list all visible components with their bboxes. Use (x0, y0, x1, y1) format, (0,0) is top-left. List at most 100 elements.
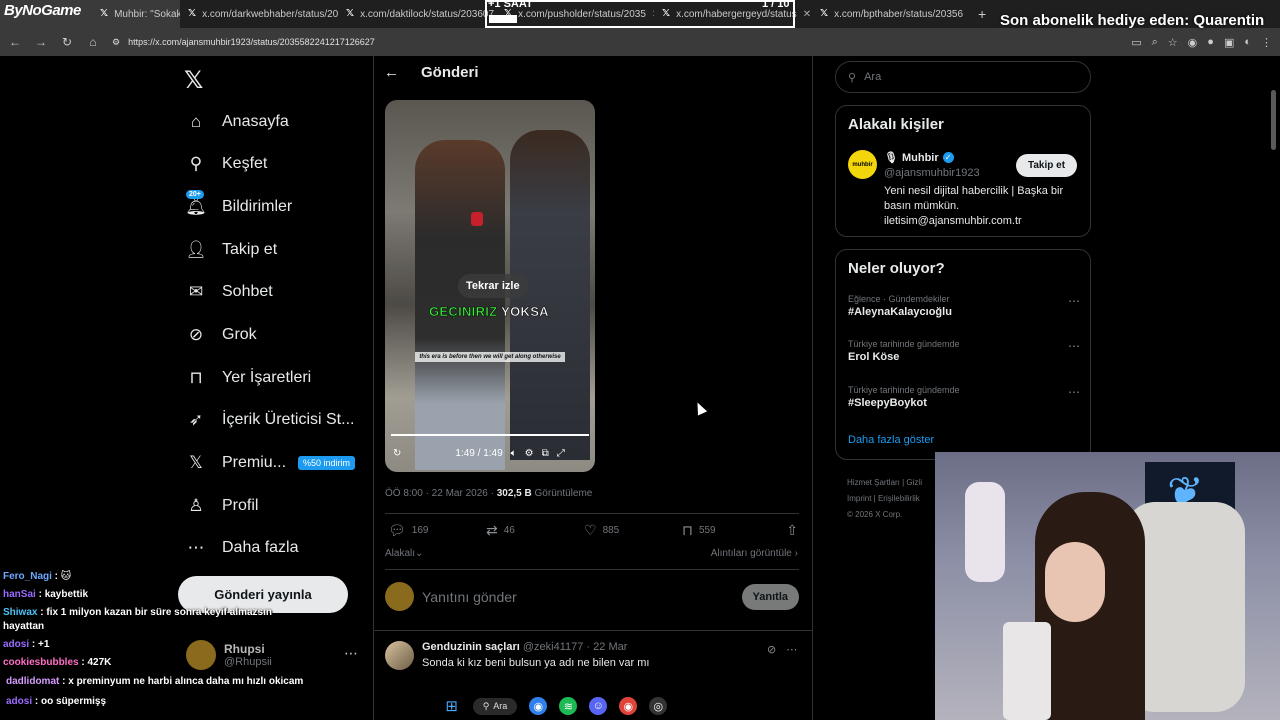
like-action[interactable]: ♡ 885 (584, 522, 682, 539)
avatar[interactable]: muhbir (848, 150, 877, 179)
grok-icon[interactable]: ⊘ (767, 643, 776, 656)
scrollbar[interactable] (1271, 90, 1276, 150)
sidebar-item-messages[interactable]: ✉ Sohbet (186, 274, 273, 310)
sidebar-item-creator-studio[interactable]: ➶ İçerik Üreticisi St... (186, 402, 355, 438)
webcam-feed: ❦ (935, 452, 1280, 720)
replay-icon[interactable]: ↻ (393, 448, 401, 459)
video-player[interactable]: Tekrar izle GEÇINIRIZ YOKSA this era is … (385, 100, 595, 472)
sidebar-item-profile[interactable]: ♙ Profil (186, 488, 258, 524)
reply-action[interactable]: 💬︎ 169 (388, 522, 486, 539)
trend-title: #AleynaKalaycıoğlu (848, 306, 952, 318)
sidebar-item-label: Sohbet (222, 283, 273, 300)
footer-line[interactable]: Imprint | Erişilebilirlik (847, 491, 922, 507)
screen: 𝕏 Muhbir: "Sokak rö ✕ 𝕏 x.com/darkwebhab… (0, 0, 1280, 720)
sidebar-item-more[interactable]: ⋯ Daha fazla (186, 530, 299, 566)
extension-icon[interactable]: ◉ (1188, 36, 1198, 49)
trend-item[interactable]: Türkiye tarihinde gündemde Erol Köse ⋯ (848, 339, 1080, 363)
cast-icon[interactable]: ▭ (1131, 36, 1141, 49)
sidebar-item-home[interactable]: ⌂ Anasayfa (186, 104, 289, 140)
reply-input[interactable]: Yanıtını gönder (422, 589, 517, 605)
taskbar: ⊞ ⚲ Ara ◉ ≋ ☺ ◉ ◎ (320, 692, 790, 720)
tab-2[interactable]: 𝕏 x.com/daktilock/status/203607 ✕ (338, 0, 496, 28)
extension-icon[interactable]: ● (1207, 36, 1214, 49)
tab-1[interactable]: 𝕏 x.com/darkwebhaber/status/20 ✕ (180, 0, 338, 28)
trend-item[interactable]: Türkiye tarihinde gündemde #SleepyBoykot… (848, 385, 1080, 409)
volume-icon[interactable]: 🔈︎ (511, 448, 517, 459)
card-title: Neler oluyor? (848, 260, 945, 277)
more-icon[interactable]: ⋯ (344, 645, 358, 662)
sort-dropdown[interactable]: Alakalı⌄ (385, 548, 423, 559)
spotify-icon[interactable]: ≋ (559, 697, 578, 715)
video-progress[interactable] (391, 434, 589, 436)
taskbar-search[interactable]: ⚲ Ara (472, 697, 518, 715)
list-item[interactable]: Genduzinin saçları @zeki41177 · 22 Mar S… (385, 641, 799, 670)
search-input[interactable]: ⚲ Ara (835, 61, 1091, 93)
new-tab-button[interactable]: + (970, 6, 994, 22)
search-icon: ⚲ (848, 71, 857, 84)
bell-icon: 🔔︎ 20+ (185, 190, 207, 216)
comment-author[interactable]: Genduzinin saçları (422, 641, 520, 653)
sidebar-item-notifications[interactable]: 🔔︎ 20+ Bildirimler (185, 189, 292, 225)
zoom-icon[interactable]: ⌕ (1152, 36, 1158, 49)
app-icon[interactable]: ◎ (649, 697, 668, 715)
share-icon[interactable]: ⇧ (786, 522, 798, 539)
windows-start-icon[interactable]: ⊞ (443, 697, 461, 715)
sidebar-item-grok[interactable]: ⊘ Grok (186, 317, 257, 353)
more-icon[interactable]: ⋯ (786, 643, 797, 656)
video-subtitle: this era is before then we will get alon… (415, 352, 565, 362)
chrome-icon[interactable]: ◉ (619, 697, 638, 715)
back-icon[interactable]: ← (8, 35, 22, 49)
x-icon: 𝕏 (346, 8, 355, 19)
fullscreen-icon[interactable]: ⤢ (557, 448, 565, 459)
more-icon[interactable]: ⋯ (1068, 339, 1080, 353)
x-icon: 𝕏 (820, 8, 829, 19)
menu-icon[interactable]: ⋮ (1261, 36, 1272, 49)
more-icon[interactable]: ⋯ (1068, 385, 1080, 399)
chat-text: 427K (87, 657, 112, 668)
footer-line[interactable]: Hizmet Şartları | Gizli (847, 475, 922, 491)
discord-icon[interactable]: ☺ (589, 697, 608, 715)
trend-item[interactable]: Eğlence · Gündemdekiler #AleynaKalaycıoğ… (848, 294, 1080, 318)
related-name[interactable]: 🎙︎ Muhbir ✓ (884, 151, 954, 164)
chat-text: x preminyum ne harbi alınca daha mı hızl… (68, 676, 304, 687)
reply-icon: 💬︎ (388, 522, 406, 538)
divider (812, 56, 813, 720)
follow-button[interactable]: Takip et (1016, 154, 1078, 177)
post-header: ← Gönderi (384, 64, 479, 81)
x-logo[interactable]: 𝕏 (184, 66, 203, 95)
repost-action[interactable]: ⇄ 46 (486, 522, 584, 539)
url-field[interactable]: ⚙ https://x.com/ajansmuhbir1923/status/2… (112, 37, 375, 48)
view-count: 302,5 B (496, 488, 532, 499)
sidebar-item-premium[interactable]: 𝕏 Premiu... %50 indirim (186, 445, 356, 481)
trend-context: Eğlence · Gündemdekiler (848, 294, 950, 304)
chrome-icon[interactable]: ◉ (529, 697, 548, 715)
quotes-link[interactable]: Alıntıları görüntüle › (711, 548, 798, 559)
bookmark-action[interactable]: ⊓ 559 (682, 522, 780, 539)
sidebar-item-bookmarks[interactable]: ⊓ Yer İşaretleri (186, 360, 311, 396)
post-timestamp[interactable]: ÖÖ 8:00 · 22 Mar 2026 · (385, 488, 497, 499)
star-icon[interactable]: ☆ (1168, 36, 1178, 49)
settings-icon[interactable]: ⚙ (525, 448, 534, 459)
avatar-icon[interactable]: ◐ (1244, 36, 1251, 49)
home-icon[interactable]: ⌂ (86, 35, 100, 49)
video-controls: ↻ 1:49 / 1:49 🔈︎ ⚙ ⧉ ⤢ (393, 448, 589, 459)
reload-icon[interactable]: ↻ (60, 35, 74, 49)
trend-title: #SleepyBoykot (848, 397, 927, 409)
sidebar-item-follow[interactable]: 👤︎ Takip et (185, 232, 277, 268)
reply-composer: Yanıtını gönder Yanıtla (385, 582, 799, 611)
sidebar-item-explore[interactable]: ⚲ Keşfet (186, 146, 268, 182)
more-icon[interactable]: ⋯ (1068, 294, 1080, 308)
puzzle-icon[interactable]: ▣ (1224, 36, 1234, 49)
replay-button[interactable]: Tekrar izle (458, 274, 528, 298)
chat-user: hanSai (3, 589, 36, 600)
quotes-link-label: Alıntıları görüntüle (710, 548, 792, 559)
chat-message: adosi : oo süpermişş (3, 694, 313, 710)
reply-button[interactable]: Yanıtla (741, 583, 799, 610)
forward-icon[interactable]: → (34, 35, 48, 49)
back-arrow-icon[interactable]: ← (384, 64, 399, 81)
show-more-link[interactable]: Daha fazla göster (848, 434, 934, 446)
site-info-icon[interactable]: ⚙ (112, 37, 120, 48)
close-icon[interactable]: ✕ (803, 9, 811, 20)
pip-icon[interactable]: ⧉ (542, 448, 549, 459)
tab-5[interactable]: 𝕏 x.com/bpthaber/status/20356 ✕ (812, 0, 970, 28)
